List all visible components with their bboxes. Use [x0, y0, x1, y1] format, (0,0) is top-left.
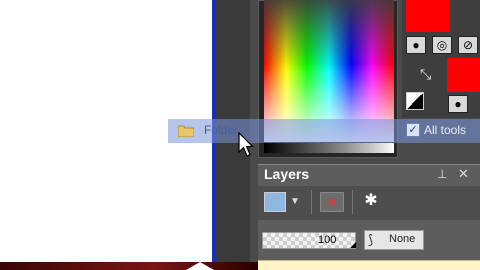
delete-layer-icon[interactable]: ✕	[320, 192, 344, 212]
toolbar-divider	[352, 190, 353, 214]
layers-title: Layers	[264, 166, 310, 182]
background-color-swatch[interactable]	[447, 58, 480, 92]
taskbar-arrow-shape	[186, 262, 214, 270]
swap-colors-icon[interactable]: ⤡	[420, 66, 431, 83]
fg-material-color-icon[interactable]: ●	[406, 36, 426, 54]
all-tools-checkbox[interactable]: ✓	[406, 123, 420, 137]
all-tools-label: All tools	[424, 123, 467, 137]
blend-mode-label: None	[389, 233, 416, 245]
folder-label: Folder	[204, 123, 239, 137]
link-icon: ⟆	[368, 232, 374, 247]
pin-icon[interactable]: ⊥	[437, 167, 447, 181]
bg-material-color-icon[interactable]: ●	[448, 95, 468, 113]
fg-material-none-icon[interactable]: ⊘	[458, 36, 478, 54]
toolbar-divider	[311, 190, 312, 214]
mouse-cursor-icon	[238, 131, 256, 158]
new-layer-icon[interactable]	[264, 192, 286, 212]
opacity-slider-arrow[interactable]: ◢	[350, 240, 356, 249]
fg-material-gradient-icon[interactable]: ◎	[432, 36, 452, 54]
taskbar-strip	[0, 262, 258, 270]
close-icon[interactable]: ✕	[458, 166, 469, 182]
folder-icon	[177, 124, 195, 138]
opacity-value: 100	[318, 234, 337, 246]
default-colors-icon[interactable]	[406, 92, 424, 110]
grayscale-strip[interactable]	[264, 143, 394, 153]
layer-effects-icon[interactable]: ✱	[360, 190, 382, 212]
chevron-down-icon[interactable]: ▼	[290, 196, 300, 207]
opacity-field[interactable]	[262, 232, 356, 249]
foreground-color-swatch[interactable]	[406, 0, 450, 32]
layer-list-row[interactable]	[258, 260, 480, 270]
